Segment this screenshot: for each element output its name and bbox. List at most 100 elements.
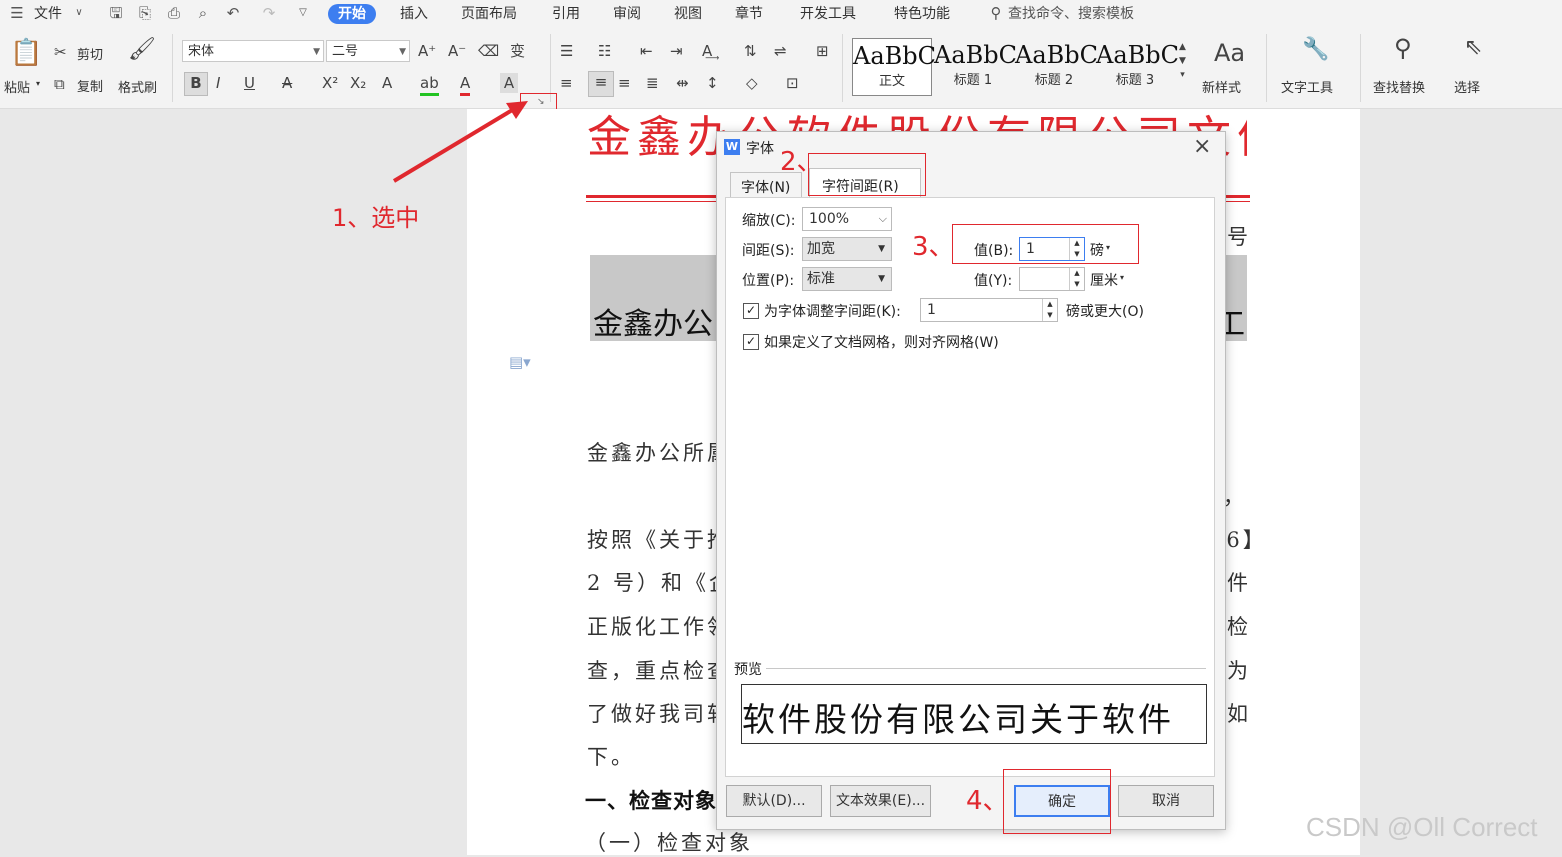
styles-scroll-icon[interactable]: ▲ ▼ ▾ [1179,40,1186,82]
kerning-value: 1 [927,302,936,318]
style-heading-1[interactable]: AaBbC 标题 1 [934,38,1018,94]
divider [172,34,173,102]
customize-icon[interactable]: ▽ [294,4,312,22]
cursor-icon[interactable]: ⇖ [1464,37,1482,59]
spacing-select[interactable]: 加宽 ▼ [802,237,892,261]
position-unit[interactable]: 厘米 [1090,270,1118,290]
chevron-down-icon: ⌵ [878,212,887,225]
shading-icon[interactable]: ◇ [746,73,758,93]
redo-icon[interactable]: ↷ [260,4,278,22]
grow-font-icon[interactable]: A⁺ [418,41,436,61]
justify-icon[interactable]: ≣ [646,73,659,93]
tab-references[interactable]: 引用 [552,4,580,24]
position-select[interactable]: 标准 ▼ [802,267,892,291]
strikethrough-icon[interactable]: A [282,73,292,93]
increase-indent-icon[interactable]: ⇥ [670,41,683,61]
spinner-icon[interactable]: ▲ ▼ [1069,268,1084,290]
superscript-icon[interactable]: X² [322,73,338,93]
grid-checkbox[interactable]: ✓ [743,334,759,350]
font-name-select[interactable]: 宋体 ▼ [182,40,324,62]
tab-page-layout[interactable]: 页面布局 [461,4,517,24]
phonetic-icon[interactable]: 变 [510,41,525,61]
spinner-icon[interactable]: ▲ ▼ [1042,299,1057,321]
text-tools-button[interactable]: 文字工具 [1281,77,1333,96]
sort-icon[interactable]: ⇅ [744,41,757,61]
select-button[interactable]: 选择 [1454,77,1480,96]
style-normal[interactable]: AaBbC 正文 [852,38,936,96]
distribute-icon[interactable]: ⇹ [676,73,689,93]
close-icon[interactable]: × [1193,134,1211,159]
magnifier-icon[interactable]: ⚲ [1394,36,1412,60]
highlight-icon[interactable]: ab [420,73,439,96]
position-amount-input[interactable]: ▲ ▼ [1019,267,1085,291]
text-effect-button[interactable]: 文本效果(E)... [830,785,931,817]
body-line-right: ， [1223,485,1247,509]
align-right-icon[interactable]: ≡ [618,73,631,93]
chevron-down-icon[interactable]: ∨ [70,4,88,22]
print-icon[interactable]: ⎙ [165,4,183,22]
kerning-input[interactable]: 1 ▲ ▼ [920,298,1058,322]
scissors-icon[interactable]: ✂ [54,42,67,62]
style-heading-3[interactable]: AaBbC 标题 3 [1096,38,1179,94]
text-effect-icon[interactable]: A [382,73,392,93]
undo-icon[interactable]: ↶ [224,4,242,22]
watermark: CSDN @Oll Correct [1306,812,1538,842]
paste-button[interactable]: 粘贴 [4,77,30,96]
new-style-icon[interactable]: Aa [1214,38,1245,68]
copy-icon[interactable]: ⧉ [54,74,65,94]
tab-review[interactable]: 审阅 [613,4,641,24]
line-spacing-icon[interactable]: ↕ [706,73,719,93]
subscript-icon[interactable]: X₂ [350,73,366,93]
clear-format-icon[interactable]: ⌫ [478,41,499,61]
tab-developer[interactable]: 开发工具 [800,4,856,24]
chevron-down-icon[interactable]: ▾ [1120,273,1124,282]
underline-icon[interactable]: U [244,73,255,93]
find-replace-button[interactable]: 查找替换 [1373,77,1425,96]
text-direction-icon[interactable]: A͢ [702,41,712,61]
export-icon[interactable]: ⎘ [136,4,154,22]
tab-home[interactable]: 开始 [328,4,376,24]
numbered-list-icon[interactable]: ☷ [598,41,611,61]
format-painter-icon[interactable]: 🖌 [128,39,156,61]
align-left-icon[interactable]: ≡ [560,73,573,93]
search-icon[interactable]: ⚲ [987,4,1005,22]
char-shading-icon[interactable]: A [500,73,518,93]
kerning-checkbox[interactable]: ✓ [743,303,759,319]
tab-chapter[interactable]: 章节 [735,4,763,24]
style-preview: AaBbC [934,41,1018,69]
highlight-box-ok [1003,769,1111,834]
hamburger-icon[interactable]: ☰ [8,4,26,22]
default-button[interactable]: 默认(D)... [726,785,822,817]
align-center-icon[interactable]: ≡ [588,71,614,97]
italic-icon[interactable]: I [216,73,220,93]
format-painter-button[interactable]: 格式刷 [118,77,157,96]
chevron-down-icon: ▼ [878,274,885,284]
chevron-down-icon[interactable]: ▾ [36,79,40,88]
style-heading-2[interactable]: AaBbC 标题 2 [1015,38,1098,94]
wrench-icon[interactable]: 🔧 [1302,39,1329,61]
line-show-icon[interactable]: ⇌ [774,41,787,61]
file-menu[interactable]: 文件 [34,4,62,24]
borders-icon[interactable]: ⊡ [786,73,799,93]
paragraph-layout-icon[interactable]: ▤▾ [509,353,531,371]
font-color-icon[interactable]: A [460,73,471,96]
tab-view[interactable]: 视图 [674,4,702,24]
bullet-list-icon[interactable]: ☰ [560,41,573,61]
search-command[interactable]: 查找命令、搜索模板 [1008,4,1134,24]
tab-features[interactable]: 特色功能 [894,4,950,24]
cancel-button[interactable]: 取消 [1118,785,1214,817]
copy-button[interactable]: 复制 [77,76,103,95]
new-style-button[interactable]: 新样式 [1202,77,1241,96]
tab-insert[interactable]: 插入 [400,4,428,24]
font-size-select[interactable]: 二号 ▼ [326,40,410,62]
save-icon[interactable]: 🖫 [107,4,125,22]
bold-icon[interactable]: B [184,72,208,96]
table-icon[interactable]: ⊞ [816,41,829,61]
kerning-suffix: 磅或更大(O) [1066,304,1144,320]
shrink-font-icon[interactable]: A⁻ [448,41,466,61]
decrease-indent-icon[interactable]: ⇤ [640,41,653,61]
cut-button[interactable]: 剪切 [77,44,103,63]
scale-select[interactable]: 100% ⌵ [802,207,892,231]
print-preview-icon[interactable]: ⌕ [194,4,212,22]
paste-icon[interactable]: 📋 [10,38,42,68]
